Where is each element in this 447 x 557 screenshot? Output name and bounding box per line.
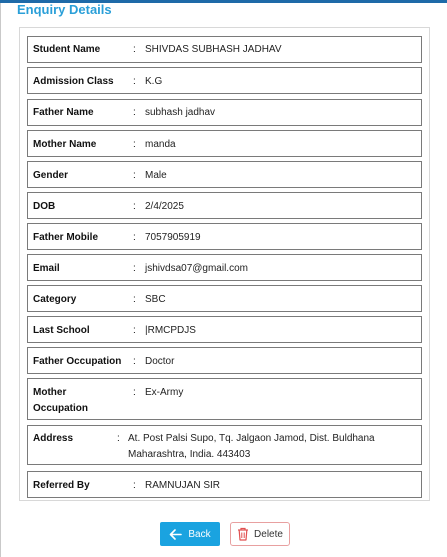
field-value: Male xyxy=(145,170,167,181)
detail-row-address: Address : At. Post Palsi Supo, Tq. Jalga… xyxy=(27,425,422,465)
back-button[interactable]: Back xyxy=(160,522,220,546)
field-separator: : xyxy=(133,139,136,150)
field-label: Address xyxy=(33,433,74,444)
arrow-left-icon xyxy=(169,528,183,540)
field-label: Student Name xyxy=(33,44,101,55)
field-separator: : xyxy=(133,387,136,398)
field-value: RAMNUJAN SIR xyxy=(145,480,221,491)
detail-row-category: Category : SBC xyxy=(27,285,422,312)
field-separator: : xyxy=(133,325,136,336)
field-value: Ex-Army xyxy=(145,387,184,398)
field-value: 2/4/2025 xyxy=(145,201,184,212)
field-separator: : xyxy=(133,263,136,274)
field-separator: : xyxy=(133,232,136,243)
detail-row-father-name: Father Name : subhash jadhav xyxy=(27,99,422,126)
field-value: jshivdsa07@gmail.com xyxy=(145,263,248,274)
field-label: Mother Name xyxy=(33,139,97,150)
field-label: Admission Class xyxy=(33,76,114,87)
field-separator: : xyxy=(133,107,136,118)
field-label: Father Mobile xyxy=(33,232,99,243)
field-value: K.G xyxy=(145,76,163,87)
field-separator: : xyxy=(133,356,136,367)
field-label: Gender xyxy=(33,170,69,181)
detail-row-referred-by: Referred By : RAMNUJAN SIR xyxy=(27,471,422,498)
detail-row-last-school: Last School : |RMCPDJS xyxy=(27,316,422,343)
detail-row-student-name: Student Name : SHIVDAS SUBHASH JADHAV xyxy=(27,36,422,63)
field-value: At. Post Palsi Supo, Tq. Jalgaon Jamod, … xyxy=(128,433,375,460)
field-label: Email xyxy=(33,263,60,274)
detail-row-admission-class: Admission Class : K.G xyxy=(27,67,422,94)
back-button-label: Back xyxy=(188,528,211,540)
page-title: Enquiry Details xyxy=(17,2,112,17)
field-value: subhash jadhav xyxy=(145,107,216,118)
delete-button[interactable]: Delete xyxy=(230,522,290,546)
field-label: DOB xyxy=(33,201,56,212)
window-edge xyxy=(0,3,1,557)
field-separator: : xyxy=(133,170,136,181)
detail-row-email: Email : jshivdsa07@gmail.com xyxy=(27,254,422,281)
field-label: Father Occupation xyxy=(33,356,122,367)
field-label: Referred By xyxy=(33,480,90,491)
field-value: |RMCPDJS xyxy=(145,325,196,336)
field-separator: : xyxy=(133,294,136,305)
field-separator: : xyxy=(117,433,120,444)
field-separator: : xyxy=(133,201,136,212)
delete-button-label: Delete xyxy=(254,528,283,540)
detail-row-mother-occupation: Mother Occupation : Ex-Army xyxy=(27,378,422,420)
field-label: Last School xyxy=(33,325,90,336)
field-value: SHIVDAS SUBHASH JADHAV xyxy=(145,44,282,55)
detail-row-mother-name: Mother Name : manda xyxy=(27,130,422,157)
field-value: Doctor xyxy=(145,356,175,367)
field-value: SBC xyxy=(145,294,166,305)
detail-row-father-mobile: Father Mobile : 7057905919 xyxy=(27,223,422,250)
field-value: 7057905919 xyxy=(145,232,201,243)
detail-row-gender: Gender : Male xyxy=(27,161,422,188)
field-separator: : xyxy=(133,480,136,491)
field-separator: : xyxy=(133,44,136,55)
trash-icon xyxy=(237,527,249,541)
field-separator: : xyxy=(133,76,136,87)
detail-row-dob: DOB : 2/4/2025 xyxy=(27,192,422,219)
field-label: Father Name xyxy=(33,107,94,118)
field-label: Category xyxy=(33,294,77,305)
field-label: Mother Occupation xyxy=(33,387,89,414)
detail-row-father-occupation: Father Occupation : Doctor xyxy=(27,347,422,374)
field-value: manda xyxy=(145,139,176,150)
